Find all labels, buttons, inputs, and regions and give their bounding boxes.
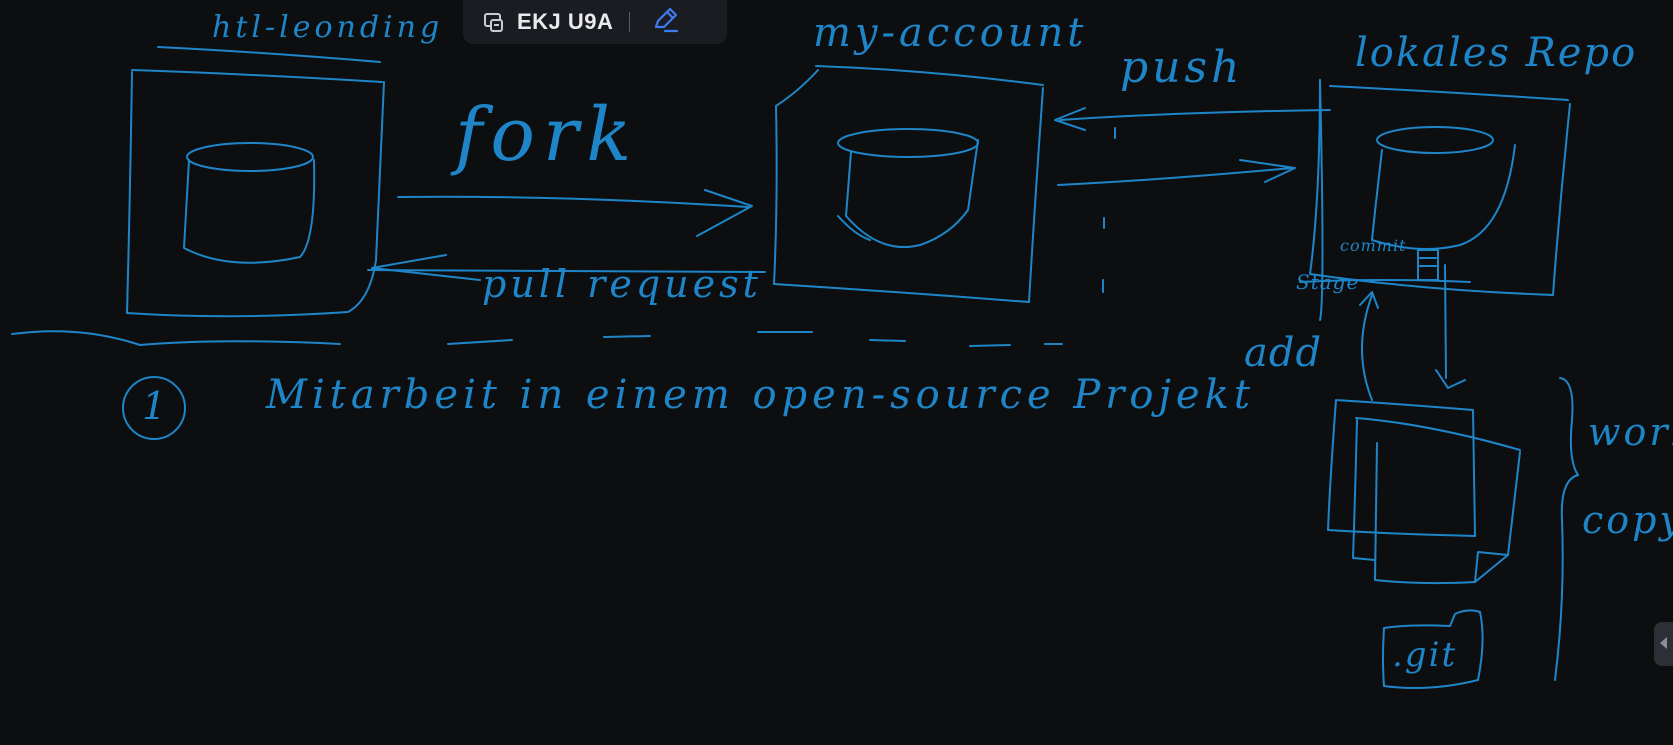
- fork-arrow: [397, 189, 753, 237]
- board-title[interactable]: EKJ U9A: [517, 9, 613, 35]
- local-repo-database-icon: [1371, 126, 1516, 250]
- working-copy-brace: [1554, 377, 1579, 681]
- label-fork: fork: [455, 92, 640, 178]
- label-working-copy-line1: work: [1588, 410, 1673, 454]
- item-number: 1: [142, 384, 167, 428]
- pull-arrow: [1057, 159, 1296, 186]
- board-toolbar: EKJ U9A: [463, 0, 727, 44]
- remote-my-account-box: [773, 65, 1044, 303]
- side-panel-toggle-button[interactable]: [1654, 622, 1673, 666]
- chevron-left-icon: [1658, 635, 1670, 654]
- label-git-folder: .git: [1392, 635, 1458, 675]
- label-lokales-repo: lokales Repo: [1355, 30, 1638, 76]
- label-my-account: my-account: [813, 10, 1088, 56]
- remote-my-account-database-icon: [837, 128, 979, 249]
- whiteboard-icon[interactable]: [483, 11, 505, 33]
- label-commit: commit: [1340, 236, 1407, 255]
- label-htl-leonding: htl-leonding: [212, 10, 444, 45]
- whiteboard-canvas[interactable]: htl-leonding my-account lokales Repo for…: [0, 0, 1673, 745]
- add-arrow: [1359, 291, 1379, 401]
- label-stage: Stage: [1296, 270, 1360, 294]
- label-working-copy-line2: copy: [1582, 498, 1673, 542]
- push-arrow: [1054, 107, 1331, 131]
- pen-icon: [651, 6, 679, 38]
- label-push: push: [1120, 42, 1244, 93]
- label-caption: Mitarbeit in einem open-source Projekt: [266, 372, 1255, 418]
- label-add: add: [1244, 330, 1323, 376]
- remote-htl-database-icon: [183, 142, 316, 264]
- remote-local-separator: [1102, 127, 1116, 293]
- edit-pen-button[interactable]: [648, 5, 682, 39]
- checkout-arrow: [1435, 264, 1466, 389]
- section-separator-line: [11, 330, 1063, 347]
- label-pull-request: pull request: [482, 262, 762, 306]
- remote-htl-box: [126, 46, 385, 318]
- working-copy-files: [1327, 399, 1521, 585]
- toolbar-divider: [629, 12, 631, 32]
